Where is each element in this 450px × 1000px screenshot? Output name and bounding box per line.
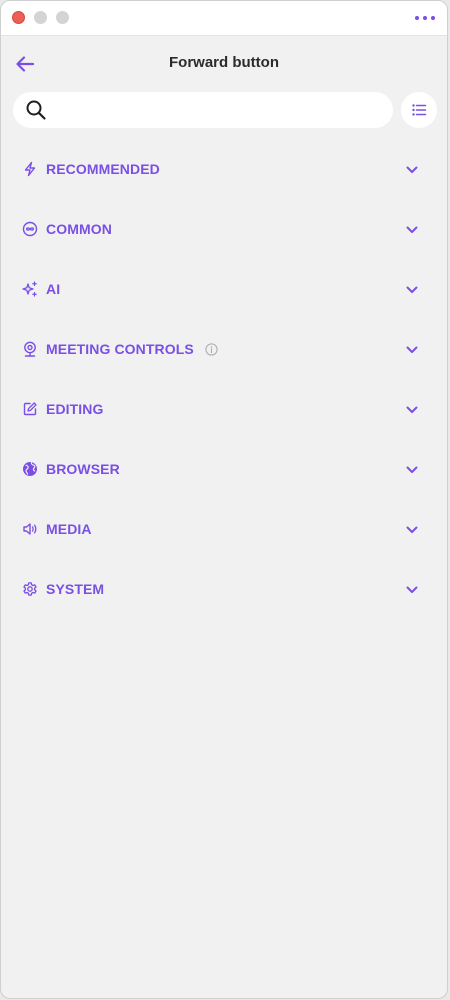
ellipsis-icon[interactable] <box>415 13 435 23</box>
category-ai[interactable]: AI <box>1 259 447 319</box>
search-bar <box>13 92 393 128</box>
minimize-window-button[interactable] <box>34 11 47 24</box>
sparkles-icon <box>22 281 37 297</box>
category-label: AI <box>46 281 61 297</box>
ellipsis-dot <box>415 16 419 20</box>
category-common[interactable]: COMMON <box>1 199 447 259</box>
chevron-down-icon <box>406 586 418 593</box>
category-label: RECOMMENDED <box>46 161 160 177</box>
maximize-window-button[interactable] <box>56 11 69 24</box>
category-recommended[interactable]: RECOMMENDED <box>1 139 447 199</box>
page-title: Forward button <box>169 54 279 71</box>
category-editing[interactable]: EDITING <box>1 379 447 439</box>
edit-icon <box>23 402 37 416</box>
ellipsis-dot <box>431 16 435 20</box>
category-label: MEDIA <box>46 521 92 537</box>
app-window: Forward button RECOMMENDED COMMON AI MEE… <box>0 0 448 999</box>
page-header: Forward button <box>1 45 447 81</box>
category-label: BROWSER <box>46 461 120 477</box>
category-media[interactable]: MEDIA <box>1 499 447 559</box>
chevron-down-icon <box>406 406 418 413</box>
gear-icon <box>23 582 37 596</box>
category-label-text: MEETING CONTROLS <box>46 341 194 357</box>
category-system[interactable]: SYSTEM <box>1 559 447 619</box>
chevron-down-icon <box>406 346 418 353</box>
search-input[interactable] <box>55 98 379 124</box>
list-view-toggle-button[interactable] <box>401 92 437 128</box>
info-icon[interactable] <box>205 343 218 356</box>
category-label: MEETING CONTROLS <box>46 341 218 357</box>
globe-icon <box>23 462 37 476</box>
chevron-down-icon <box>406 466 418 473</box>
infinity-circle-icon <box>22 221 38 237</box>
category-label: SYSTEM <box>46 581 105 597</box>
list-icon <box>412 104 427 116</box>
chevron-down-icon <box>406 166 418 173</box>
category-label: EDITING <box>46 401 104 417</box>
ellipsis-dot <box>423 16 427 20</box>
category-meeting-controls[interactable]: MEETING CONTROLS <box>1 319 447 379</box>
speaker-icon <box>23 523 37 535</box>
webcam-icon <box>24 341 36 357</box>
bolt-icon <box>24 161 36 177</box>
search-icon <box>26 100 46 120</box>
close-window-button[interactable] <box>12 11 25 24</box>
chevron-down-icon <box>406 286 418 293</box>
category-list: RECOMMENDED COMMON AI MEETING CONTROLS E… <box>1 139 447 619</box>
category-label: COMMON <box>46 221 112 237</box>
category-browser[interactable]: BROWSER <box>1 439 447 499</box>
title-bar <box>1 1 447 36</box>
chevron-down-icon <box>406 526 418 533</box>
chevron-down-icon <box>406 226 418 233</box>
